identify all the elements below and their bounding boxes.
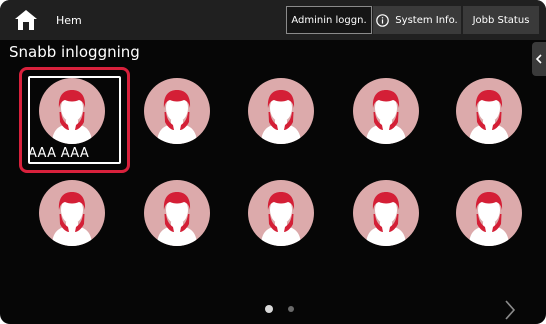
- user-avatar-icon: [144, 78, 210, 144]
- admin-login-label: Adminin loggn.: [291, 14, 367, 26]
- user-tile-9[interactable]: [353, 180, 419, 246]
- user-avatar-icon: [144, 180, 210, 246]
- page-indicator-active[interactable]: [265, 305, 273, 313]
- user-name-label: AAA AAA: [28, 146, 90, 161]
- home-label: Hem: [56, 13, 82, 27]
- job-status-label: Jobb Status: [472, 14, 530, 26]
- chevron-right-icon[interactable]: [502, 298, 518, 322]
- user-avatar-icon: [456, 78, 522, 144]
- user-avatar-icon: [39, 180, 105, 246]
- user-tile-3[interactable]: [248, 78, 314, 144]
- user-tile-5[interactable]: [456, 78, 522, 144]
- user-avatar-icon: [248, 180, 314, 246]
- job-status-button[interactable]: Jobb Status: [463, 6, 539, 34]
- user-avatar-icon: [456, 180, 522, 246]
- home-button[interactable]: Hem: [8, 8, 108, 32]
- chevron-left-icon: [535, 54, 542, 64]
- system-info-label: System Info.: [395, 14, 458, 26]
- quick-login-screen: Hem Adminin loggn. System Info. Jobb Sta…: [0, 0, 546, 324]
- system-info-button[interactable]: System Info.: [373, 6, 461, 34]
- user-tile-2[interactable]: [144, 78, 210, 144]
- user-tile-6[interactable]: [39, 180, 105, 246]
- user-tile-4[interactable]: [353, 78, 419, 144]
- admin-login-button[interactable]: Adminin loggn.: [286, 6, 372, 34]
- section-title: Snabb inloggning: [9, 43, 140, 61]
- info-icon: [376, 13, 390, 27]
- user-tile-7[interactable]: [144, 180, 210, 246]
- page-indicator-inactive[interactable]: [288, 306, 294, 312]
- user-tile-8[interactable]: [248, 180, 314, 246]
- home-icon: [15, 10, 37, 30]
- user-avatar-icon: [353, 78, 419, 144]
- user-avatar-icon: [248, 78, 314, 144]
- side-panel-tab[interactable]: [532, 42, 546, 76]
- top-bar: Hem Adminin loggn. System Info. Jobb Sta…: [0, 0, 546, 40]
- user-avatar-icon: [353, 180, 419, 246]
- user-tile-10[interactable]: [456, 180, 522, 246]
